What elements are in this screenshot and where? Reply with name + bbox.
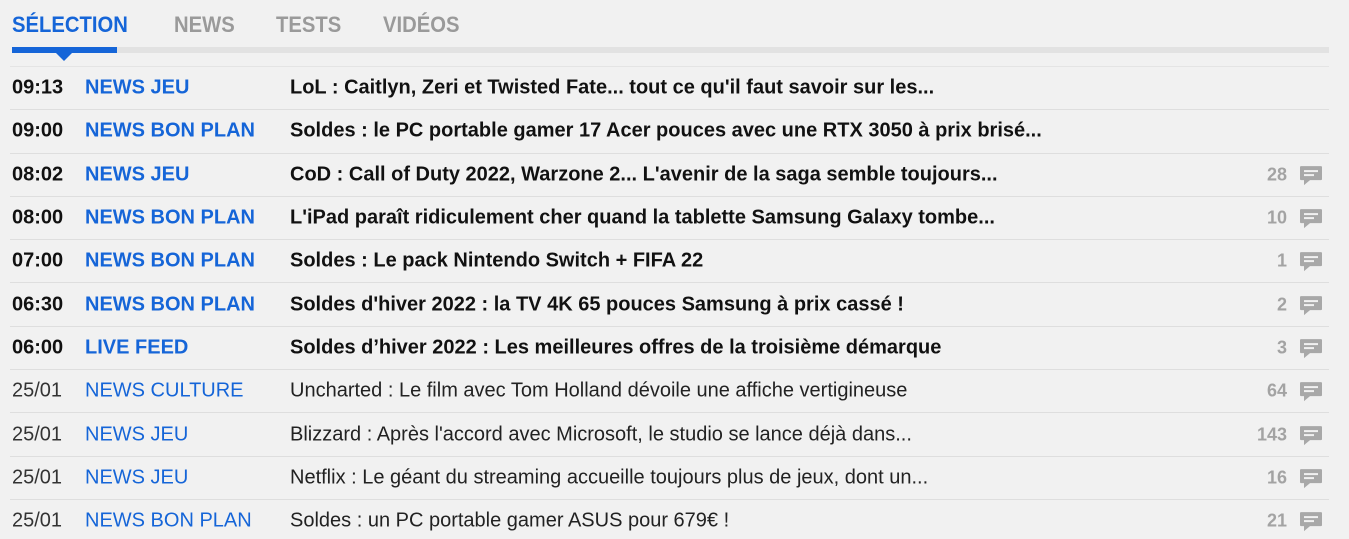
article-row[interactable]: 25/01 NEWS BON PLAN Soldes : un PC porta… xyxy=(10,498,1329,539)
comment-bubble-icon[interactable] xyxy=(1299,338,1323,360)
comment-bubble-icon[interactable] xyxy=(1299,511,1323,533)
comment-count[interactable]: 64 xyxy=(1267,381,1287,402)
comment-bubble-icon[interactable] xyxy=(1299,425,1323,447)
active-tab-caret xyxy=(56,53,72,61)
article-title-link[interactable]: Blizzard : Après l'accord avec Microsoft… xyxy=(290,423,912,446)
article-time: 09:00 xyxy=(12,119,64,142)
article-time: 25/01 xyxy=(12,423,63,446)
article-category-link[interactable]: NEWS JEU xyxy=(85,466,188,489)
comment-bubble-icon[interactable] xyxy=(1299,251,1323,273)
article-time: 08:02 xyxy=(12,163,64,186)
article-category-link[interactable]: LIVE FEED xyxy=(85,336,188,359)
article-row[interactable]: 09:13 NEWS JEU LoL : Caitlyn, Zeri et Tw… xyxy=(10,66,1329,109)
article-time: 06:30 xyxy=(12,293,64,316)
comment-count[interactable]: 10 xyxy=(1267,208,1287,229)
comment-bubble-icon[interactable] xyxy=(1299,468,1323,490)
article-title-link[interactable]: Uncharted : Le film avec Tom Holland dév… xyxy=(290,380,907,403)
article-category-link[interactable]: NEWS BON PLAN xyxy=(85,250,255,273)
article-time: 25/01 xyxy=(12,509,63,532)
article-category-link[interactable]: NEWS BON PLAN xyxy=(85,293,255,316)
article-category-link[interactable]: NEWS JEU xyxy=(85,163,189,186)
tab-tests[interactable]: TESTS xyxy=(276,0,341,36)
article-time: 06:00 xyxy=(12,336,64,359)
comment-bubble-icon[interactable] xyxy=(1299,295,1323,317)
article-row[interactable]: 25/01 NEWS CULTURE Uncharted : Le film a… xyxy=(10,369,1329,412)
comment-bubble-icon[interactable] xyxy=(1299,381,1323,403)
article-title-link[interactable]: Soldes : Le pack Nintendo Switch + FIFA … xyxy=(290,250,703,273)
article-category-link[interactable]: NEWS BON PLAN xyxy=(85,120,255,143)
comment-bubble-icon[interactable] xyxy=(1299,208,1323,230)
article-row[interactable]: 06:00 LIVE FEED Soldes d’hiver 2022 : Le… xyxy=(10,325,1329,369)
comment-count[interactable]: 3 xyxy=(1277,337,1287,358)
article-title-link[interactable]: Soldes : un PC portable gamer ASUS pour … xyxy=(290,510,729,533)
tab-videos[interactable]: VIDÉOS xyxy=(383,0,459,36)
article-title-link[interactable]: LoL : Caitlyn, Zeri et Twisted Fate... t… xyxy=(290,77,934,100)
article-title-link[interactable]: Soldes : le PC portable gamer 17 Acer po… xyxy=(290,120,1042,143)
comment-count[interactable]: 2 xyxy=(1277,294,1287,315)
article-title-link[interactable]: Netflix : Le géant du streaming accueill… xyxy=(290,466,928,489)
article-time: 08:00 xyxy=(12,206,64,229)
tab-news[interactable]: NEWS xyxy=(174,0,235,36)
article-row[interactable]: 09:00 NEWS BON PLAN Soldes : le PC porta… xyxy=(10,109,1329,152)
article-list: 09:13 NEWS JEU LoL : Caitlyn, Zeri et Tw… xyxy=(0,66,1329,539)
article-category-link[interactable]: NEWS JEU xyxy=(85,77,189,100)
comment-bubble-icon[interactable] xyxy=(1299,165,1323,187)
article-category-link[interactable]: NEWS BON PLAN xyxy=(85,207,255,230)
article-title-link[interactable]: Soldes d'hiver 2022 : la TV 4K 65 pouces… xyxy=(290,293,904,316)
article-category-link[interactable]: NEWS JEU xyxy=(85,423,188,446)
article-title-link[interactable]: CoD : Call of Duty 2022, Warzone 2... L'… xyxy=(290,163,998,186)
article-title-link[interactable]: L'iPad paraît ridiculement cher quand la… xyxy=(290,207,995,230)
article-time: 07:00 xyxy=(12,249,64,272)
article-time: 25/01 xyxy=(12,379,63,402)
article-row[interactable]: 08:00 NEWS BON PLAN L'iPad paraît ridicu… xyxy=(10,195,1329,239)
article-row[interactable]: 25/01 NEWS JEU Netflix : Le géant du str… xyxy=(10,455,1329,499)
article-title-link[interactable]: Soldes d’hiver 2022 : Les meilleures off… xyxy=(290,336,941,359)
comment-count[interactable]: 1 xyxy=(1277,251,1287,272)
tab-bar-underline xyxy=(12,47,1329,53)
article-row[interactable]: 08:02 NEWS JEU CoD : Call of Duty 2022, … xyxy=(10,152,1329,196)
article-time: 25/01 xyxy=(12,466,63,489)
article-category-link[interactable]: NEWS BON PLAN xyxy=(85,510,252,533)
article-row[interactable]: 25/01 NEWS JEU Blizzard : Après l'accord… xyxy=(10,412,1329,455)
tab-selection[interactable]: SÉLECTION xyxy=(12,0,128,36)
comment-count[interactable]: 143 xyxy=(1257,424,1287,445)
article-row[interactable]: 06:30 NEWS BON PLAN Soldes d'hiver 2022 … xyxy=(10,282,1329,325)
tab-bar: SÉLECTION NEWS TESTS VIDÉOS xyxy=(12,0,502,52)
news-feed-widget: SÉLECTION NEWS TESTS VIDÉOS 09:13 NEWS J… xyxy=(0,0,1349,539)
comment-count[interactable]: 21 xyxy=(1267,511,1287,532)
article-category-link[interactable]: NEWS CULTURE xyxy=(85,380,244,403)
article-row[interactable]: 07:00 NEWS BON PLAN Soldes : Le pack Nin… xyxy=(10,239,1329,282)
comment-count[interactable]: 16 xyxy=(1267,467,1287,488)
article-time: 09:13 xyxy=(12,76,64,99)
comment-count[interactable]: 28 xyxy=(1267,164,1287,185)
